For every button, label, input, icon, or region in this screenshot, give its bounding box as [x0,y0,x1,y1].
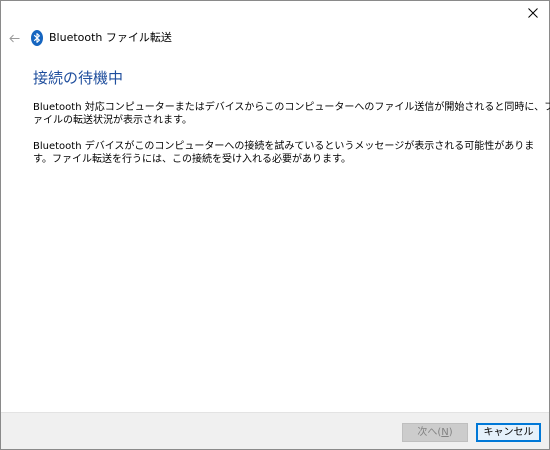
close-icon [528,8,538,18]
back-button[interactable] [6,29,22,47]
footer-bar: 次へ(N) キャンセル [1,412,549,449]
info-paragraph-2: Bluetooth デバイスがこのコンピューターへの接続を試みているというメッセ… [33,140,535,166]
next-button-prefix: 次へ( [417,427,442,438]
back-arrow-icon [8,34,19,42]
next-button-suffix: ) [448,427,453,438]
info-paragraph-1-line-1: Bluetooth 対応コンピューターまたはデバイスからこのコンピューターへのフ… [33,102,550,113]
dialog-window: Bluetooth ファイル転送 接続の待機中 Bluetooth 対応コンピュ… [0,0,550,450]
bluetooth-icon [30,29,44,47]
header-bar: Bluetooth ファイル転送 [1,29,549,47]
cancel-button[interactable]: キャンセル [476,423,541,442]
next-button[interactable]: 次へ(N) [402,423,468,442]
page-heading: 接続の待機中 [33,69,124,87]
window-title: Bluetooth ファイル転送 [49,31,172,44]
next-button-access-key: N [441,427,449,438]
info-paragraph-1-line-2: ァイルの転送状況が表示されます。 [33,115,192,126]
info-paragraph-2-line-1: Bluetooth デバイスがこのコンピューターへの接続を試みているというメッセ… [33,141,535,152]
close-button[interactable] [518,2,548,24]
info-paragraph-1: Bluetooth 対応コンピューターまたはデバイスからこのコンピューターへのフ… [33,101,550,127]
info-paragraph-2-line-2: す。ファイル転送を行うには、この接続を受け入れる必要があります。 [33,154,351,165]
